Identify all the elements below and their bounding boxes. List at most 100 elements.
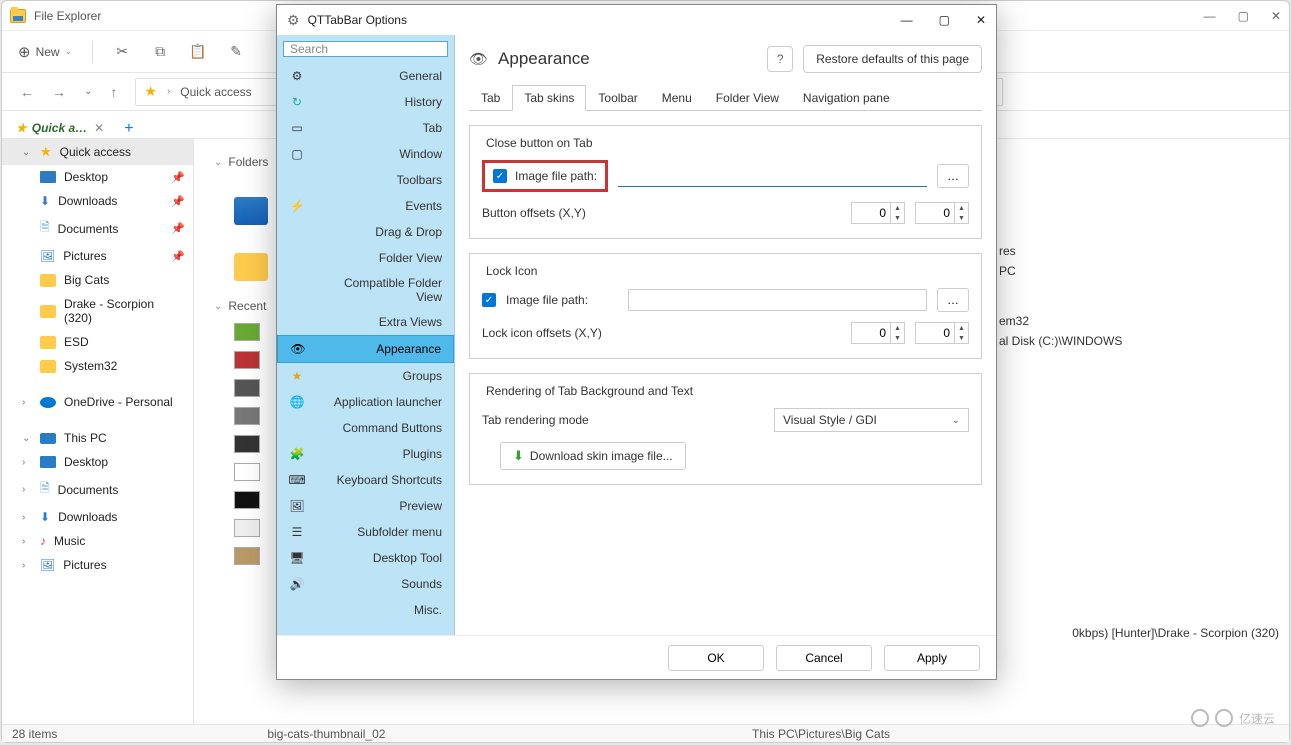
restore-defaults-button[interactable]: Restore defaults of this page	[803, 45, 982, 73]
browse-button[interactable]: …	[937, 164, 969, 188]
offset-y-spinner[interactable]: ▲▼	[915, 202, 969, 224]
sidebar-item-toolbars[interactable]: Toolbars	[277, 167, 454, 193]
new-button[interactable]: ⊕New⌄	[18, 43, 72, 61]
sidebar-item-folderview[interactable]: Folder View	[277, 245, 454, 271]
tree-pc-downloads[interactable]: ›⬇Downloads	[2, 505, 193, 529]
rename-icon[interactable]: ✎	[227, 43, 245, 60]
image-path-input[interactable]	[618, 165, 927, 187]
tree-pc-pictures[interactable]: ›🖼Pictures	[2, 553, 193, 577]
breadcrumb-label: Quick access	[180, 85, 251, 99]
tree-desktop[interactable]: Desktop📌	[2, 165, 193, 189]
tab-folderview[interactable]: Folder View	[704, 85, 791, 110]
sidebar-item-sounds[interactable]: 🔊Sounds	[277, 571, 454, 597]
sidebar-item-subfolder[interactable]: ☰Subfolder menu	[277, 519, 454, 545]
sidebar-item-tab[interactable]: ▭Tab	[277, 115, 454, 141]
gear-icon: ⚙	[289, 68, 305, 84]
image-path-checkbox[interactable]: ✓	[493, 169, 507, 183]
tree-system32[interactable]: System32	[2, 354, 193, 378]
folder-thumb[interactable]	[234, 253, 268, 281]
version-link[interactable]: QTTabBar ver 2048 Beta 2	[277, 623, 454, 635]
sidebar-item-desktop[interactable]: 🖥Desktop Tool	[277, 545, 454, 571]
offset-x-spinner[interactable]: ▲▼	[851, 202, 905, 224]
tab-toolbar[interactable]: Toolbar	[586, 85, 649, 110]
sidebar-item-compat[interactable]: Compatible Folder View	[277, 271, 454, 309]
copy-icon[interactable]: ⧉	[151, 43, 169, 60]
up-icon[interactable]: ↑	[110, 84, 117, 100]
ok-button[interactable]: OK	[668, 645, 764, 671]
folder-thumb[interactable]	[234, 197, 268, 225]
toolbar-icon	[289, 172, 305, 188]
tab-tabskins[interactable]: Tab skins	[512, 85, 586, 111]
file-thumb[interactable]	[234, 323, 260, 341]
tree-pictures[interactable]: 🖼Pictures📌	[2, 244, 193, 268]
tab-quick-access[interactable]: ★ Quick a… ✕	[10, 118, 110, 138]
file-thumb[interactable]	[234, 351, 260, 369]
file-thumb[interactable]	[234, 491, 260, 509]
tree-esd[interactable]: ESD	[2, 330, 193, 354]
minimize-icon[interactable]: —	[1204, 9, 1216, 23]
lock-y-spinner[interactable]: ▲▼	[915, 322, 969, 344]
download-skin-button[interactable]: ⬇ Download skin image file...	[500, 442, 686, 470]
search-input[interactable]: Search	[283, 41, 448, 57]
tab-add-icon[interactable]: +	[124, 120, 133, 138]
tree-onedrive[interactable]: ›OneDrive - Personal	[2, 390, 193, 414]
tree-thispc[interactable]: ⌄This PC	[2, 426, 193, 450]
sidebar-item-window[interactable]: ▢Window	[277, 141, 454, 167]
sidebar-item-keyboard[interactable]: ⌨Keyboard Shortcuts	[277, 467, 454, 493]
paste-icon[interactable]: 📋	[189, 43, 207, 60]
minimize-icon[interactable]: —	[901, 13, 913, 27]
sidebar-item-history[interactable]: ↻History	[277, 89, 454, 115]
tab-menu[interactable]: Menu	[650, 85, 704, 110]
search-input[interactable]: Search Quick access	[1021, 85, 1271, 99]
sidebar-item-groups[interactable]: ★Groups	[277, 363, 454, 389]
sidebar-item-launcher[interactable]: 🌐Application launcher	[277, 389, 454, 415]
tab-close-icon[interactable]: ✕	[94, 121, 104, 135]
tree-pc-music[interactable]: ›♪Music	[2, 529, 193, 553]
close-icon[interactable]: ✕	[1271, 9, 1281, 23]
lock-image-checkbox[interactable]: ✓	[482, 293, 496, 307]
tree-drake[interactable]: Drake - Scorpion (320)	[2, 292, 193, 330]
lock-image-input[interactable]	[628, 289, 927, 311]
recent-dropdown-icon[interactable]: ⌄	[84, 86, 92, 97]
file-thumb[interactable]	[234, 407, 260, 425]
tab-navpane[interactable]: Navigation pane	[791, 85, 902, 110]
tree-pc-documents[interactable]: ›🗎Documents	[2, 474, 193, 505]
sidebar-item-dragdrop[interactable]: Drag & Drop	[277, 219, 454, 245]
apply-button[interactable]: Apply	[884, 645, 980, 671]
file-thumb[interactable]	[234, 463, 260, 481]
tree-quick-access[interactable]: ⌄★Quick access	[2, 139, 193, 165]
file-thumb[interactable]	[234, 519, 260, 537]
browse-button[interactable]: …	[937, 288, 969, 312]
file-thumb[interactable]	[234, 379, 260, 397]
render-mode-label: Tab rendering mode	[482, 413, 764, 427]
forward-icon[interactable]: →	[52, 84, 66, 100]
tab-label: Quick a…	[32, 121, 87, 135]
maximize-icon[interactable]: ▢	[939, 13, 950, 27]
sidebar-item-events[interactable]: ⚡Events	[277, 193, 454, 219]
tree-documents[interactable]: 🗎Documents📌	[2, 213, 193, 244]
back-icon[interactable]: ←	[20, 84, 34, 100]
sidebar-item-preview[interactable]: 🖼Preview	[277, 493, 454, 519]
render-mode-select[interactable]: Visual Style / GDI⌄	[774, 408, 969, 432]
tree-pc-desktop[interactable]: ›Desktop	[2, 450, 193, 474]
offsets-label: Button offsets (X,Y)	[482, 206, 841, 220]
lock-x-spinner[interactable]: ▲▼	[851, 322, 905, 344]
cut-icon[interactable]: ✂	[113, 43, 131, 60]
eye-icon: 👁	[469, 50, 488, 68]
close-icon[interactable]: ✕	[976, 13, 986, 27]
sidebar-item-plugins[interactable]: 🧩Plugins	[277, 441, 454, 467]
help-button[interactable]: ?	[767, 46, 793, 72]
sidebar-item-commandbtns[interactable]: Command Buttons	[277, 415, 454, 441]
sidebar-item-general[interactable]: ⚙General	[277, 63, 454, 89]
sidebar-item-appearance[interactable]: 👁Appearance	[277, 335, 454, 363]
cancel-button[interactable]: Cancel	[776, 645, 872, 671]
tree-downloads[interactable]: ⬇Downloads📌	[2, 189, 193, 213]
file-thumb[interactable]	[234, 547, 260, 565]
file-thumb[interactable]	[234, 435, 260, 453]
button-icon	[289, 420, 305, 436]
sidebar-item-misc[interactable]: Misc.	[277, 597, 454, 623]
tree-bigcats[interactable]: Big Cats	[2, 268, 193, 292]
tab-tab[interactable]: Tab	[469, 85, 512, 110]
maximize-icon[interactable]: ▢	[1238, 9, 1249, 23]
sidebar-item-extraviews[interactable]: Extra Views	[277, 309, 454, 335]
